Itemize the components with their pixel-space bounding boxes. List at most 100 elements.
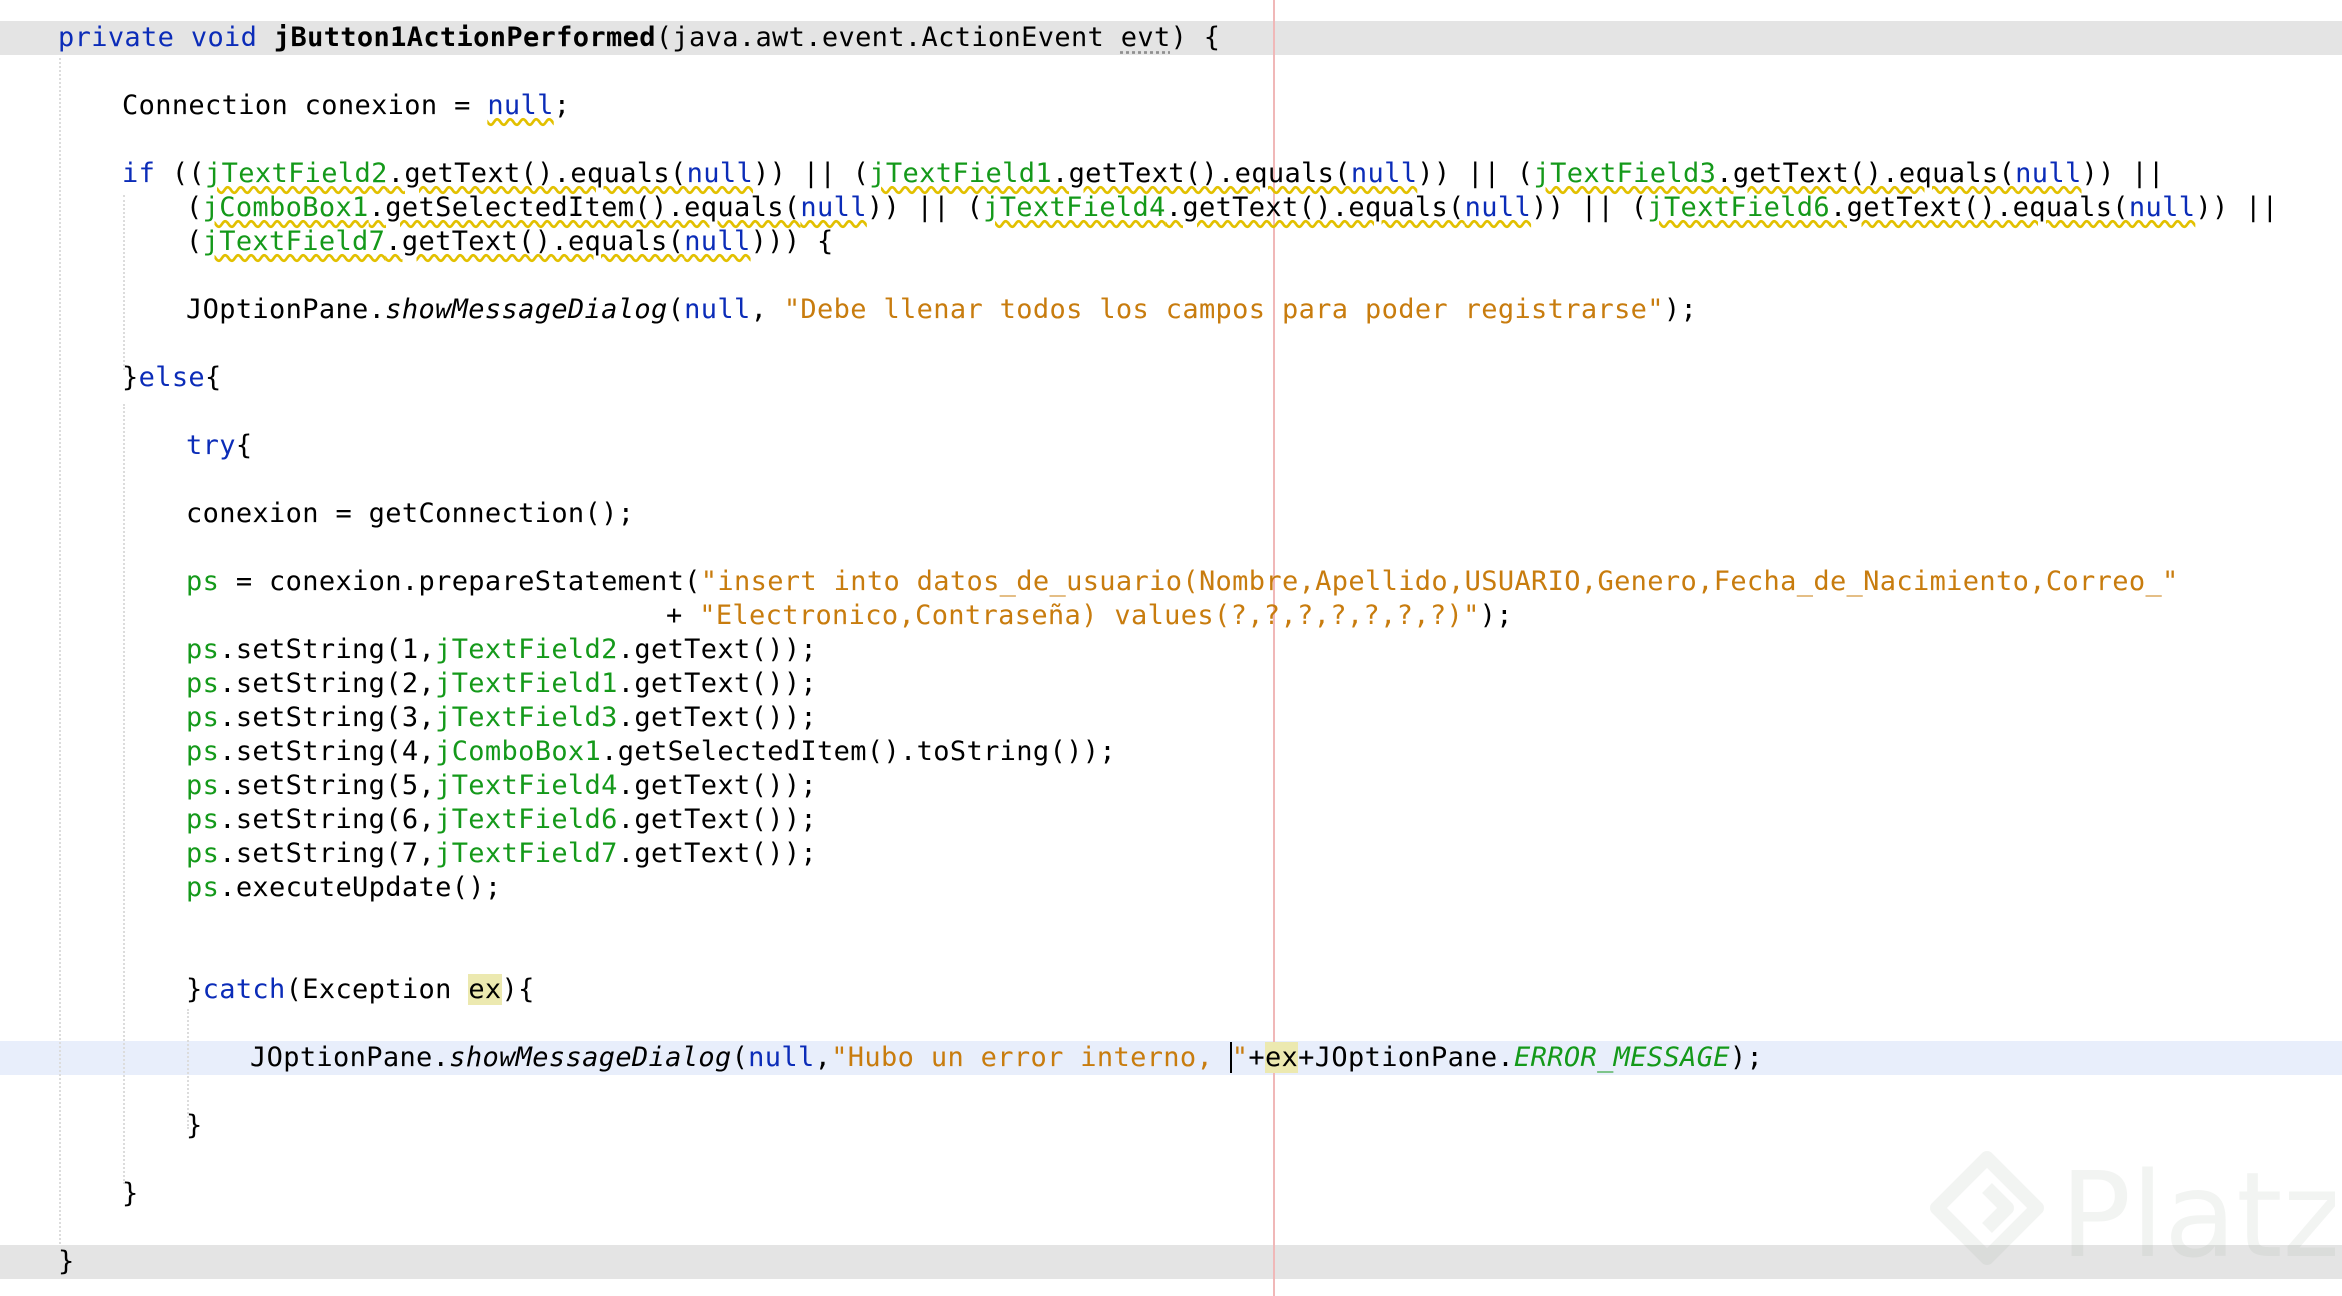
code-token: "Hubo un error interno, xyxy=(831,1042,1230,1073)
code-token: jTextField7 xyxy=(435,838,618,869)
code-token: ps xyxy=(186,566,220,597)
code-token: .getText()); xyxy=(617,668,818,699)
code-line-error-dialog[interactable]: JOptionPane.showMessageDialog(null,"Hubo… xyxy=(250,1041,1763,1075)
code-token: .setString(4, xyxy=(219,736,436,767)
code-token: } xyxy=(186,974,203,1005)
code-line-else-close[interactable]: } xyxy=(122,1177,139,1211)
code-token: private void xyxy=(58,22,274,53)
code-token: jButton1ActionPerformed xyxy=(273,22,656,53)
code-token: .setString(7, xyxy=(219,838,436,869)
code-line-prepare-statement-cont[interactable]: + "Electronico,Contraseña) values(?,?,?,… xyxy=(666,599,1513,633)
code-line-method-signature[interactable]: private void jButton1ActionPerformed(jav… xyxy=(58,21,1220,55)
code-token: .getText()); xyxy=(617,838,818,869)
code-line-set-string-3[interactable]: ps.setString(3,jTextField3.getText()); xyxy=(186,701,817,735)
indent-guide-if xyxy=(123,195,125,370)
code-token: ( xyxy=(731,1042,749,1073)
code-line-method-close[interactable]: } xyxy=(58,1245,75,1279)
code-token: )) || ( xyxy=(866,192,984,223)
code-token: ex xyxy=(1264,1042,1299,1073)
code-line-set-string-4[interactable]: ps.setString(4,jComboBox1.getSelectedIte… xyxy=(186,735,1116,769)
code-token: try xyxy=(186,430,236,461)
code-token: ( xyxy=(186,192,203,223)
code-token: , xyxy=(750,294,784,325)
code-token: null xyxy=(2015,158,2082,189)
code-token: ; xyxy=(553,90,571,121)
code-token: jTextField1 xyxy=(869,158,1052,189)
code-token: null xyxy=(686,158,754,189)
code-token: + xyxy=(666,600,700,631)
code-line-set-string-7[interactable]: ps.setString(7,jTextField7.getText()); xyxy=(186,837,817,871)
code-token: jTextField3 xyxy=(435,702,618,733)
code-token: .getSelectedItem().equals( xyxy=(368,192,801,223)
code-token: .getText().equals( xyxy=(387,158,687,189)
code-token: .getText().equals( xyxy=(1716,158,2016,189)
code-token: Connection conexion = xyxy=(122,90,488,121)
code-line-connection-decl[interactable]: Connection conexion = null; xyxy=(122,89,570,123)
code-token: } xyxy=(58,1246,75,1277)
code-token: .executeUpdate(); xyxy=(219,872,502,903)
code-token: ps xyxy=(186,668,220,699)
code-token: conexion = getConnection(); xyxy=(186,498,635,529)
code-token: ); xyxy=(1479,600,1513,631)
code-token: , xyxy=(814,1042,832,1073)
code-line-if-condition-1[interactable]: if ((jTextField2.getText().equals(null))… xyxy=(122,157,2165,191)
code-token: = conexion.prepareStatement( xyxy=(219,566,701,597)
indent-guide-else xyxy=(123,404,125,1184)
code-token: showMessageDialog xyxy=(449,1042,732,1073)
code-line-get-connection[interactable]: conexion = getConnection(); xyxy=(186,497,634,531)
code-line-set-string-2[interactable]: ps.setString(2,jTextField1.getText()); xyxy=(186,667,817,701)
code-line-set-string-5[interactable]: ps.setString(5,jTextField4.getText()); xyxy=(186,769,817,803)
code-token: .setString(1, xyxy=(219,634,436,665)
code-line-show-message[interactable]: JOptionPane.showMessageDialog(null, "Deb… xyxy=(186,293,1697,327)
platzi-logo: Platzi xyxy=(1930,1148,2335,1278)
code-line-prepare-statement[interactable]: ps = conexion.prepareStatement("insert i… xyxy=(186,565,2179,599)
code-token: (java.awt.event.ActionEvent xyxy=(655,22,1121,53)
code-token: { xyxy=(205,362,222,393)
code-token: catch xyxy=(202,974,286,1005)
code-token: .getText()); xyxy=(617,804,818,835)
code-token: jTextField6 xyxy=(1647,192,1831,223)
code-token: } xyxy=(122,1178,139,1209)
code-token: .getText().equals( xyxy=(1830,192,2129,223)
code-token: null xyxy=(684,226,751,257)
code-line-try-close[interactable]: } xyxy=(186,1109,203,1143)
code-token: ps xyxy=(186,634,220,665)
code-token: + xyxy=(1248,1042,1265,1073)
code-token: jComboBox1 xyxy=(435,736,602,767)
code-token: .setString(3, xyxy=(219,702,436,733)
code-token: jTextField6 xyxy=(435,804,618,835)
code-token: evt xyxy=(1120,22,1171,53)
code-token: null xyxy=(1350,158,1418,189)
code-token: (( xyxy=(155,158,206,189)
code-line-execute-update[interactable]: ps.executeUpdate(); xyxy=(186,871,502,905)
code-token: null xyxy=(748,1042,815,1073)
code-line-if-condition-2[interactable]: (jComboBox1.getSelectedItem().equals(nul… xyxy=(186,191,2278,225)
code-token: .getText()); xyxy=(617,702,818,733)
code-line-if-condition-3[interactable]: (jTextField7.getText().equals(null))) { xyxy=(186,225,834,259)
code-line-set-string-6[interactable]: ps.setString(6,jTextField6.getText()); xyxy=(186,803,817,837)
code-token: "Debe llenar todos los campos para poder… xyxy=(783,294,1664,325)
code-token: )) || ( xyxy=(753,158,870,189)
code-line-set-string-1[interactable]: ps.setString(1,jTextField2.getText()); xyxy=(186,633,817,667)
code-token: (Exception xyxy=(285,974,469,1005)
code-token: "insert into datos_de_usuario(Nombre,Ape… xyxy=(700,566,2179,597)
code-token: +JOptionPane. xyxy=(1298,1042,1515,1073)
code-token: " xyxy=(1229,1042,1249,1073)
code-editor[interactable]: private void jButton1ActionPerformed(jav… xyxy=(0,0,2342,1296)
code-token: null xyxy=(2128,192,2196,223)
code-token: .getText().equals( xyxy=(1051,158,1351,189)
code-line-catch[interactable]: }catch(Exception ex){ xyxy=(186,973,535,1007)
platzi-logo-text: Platzi xyxy=(2060,1148,2335,1278)
code-token: ps xyxy=(186,736,220,767)
code-token: JOptionPane. xyxy=(186,294,386,325)
code-line-try[interactable]: try{ xyxy=(186,429,252,463)
indent-guide-method xyxy=(59,58,61,1244)
code-line-else[interactable]: }else{ xyxy=(122,361,222,395)
code-token: .setString(2, xyxy=(219,668,436,699)
code-token: } xyxy=(186,1110,203,1141)
code-token: } xyxy=(122,362,139,393)
code-token: )) || xyxy=(2195,192,2279,223)
code-token: .getSelectedItem().toString()); xyxy=(601,736,1116,767)
code-token: .getText()); xyxy=(617,634,818,665)
code-token: )) || ( xyxy=(1417,158,1534,189)
